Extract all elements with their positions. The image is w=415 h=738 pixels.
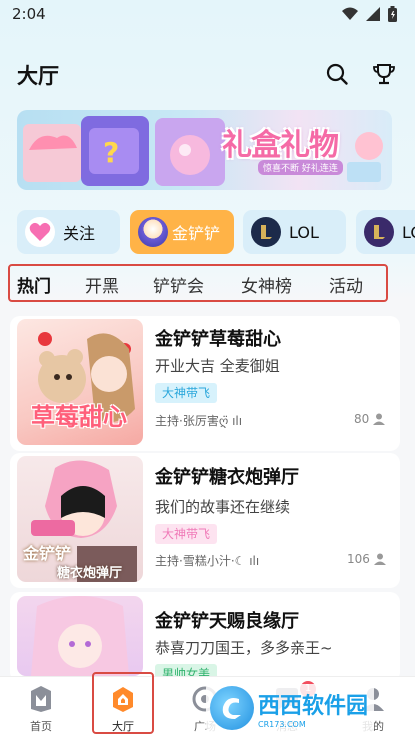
chip-label: LO xyxy=(402,222,415,242)
chip-label: 关注 xyxy=(63,224,96,243)
tab-chanchan-club[interactable]: 铲铲会 xyxy=(153,272,204,297)
room-desc: 开业大吉 全麦御姐 xyxy=(155,357,280,375)
chip-label: 金铲铲 xyxy=(172,224,221,243)
signal-icon xyxy=(366,7,380,21)
heart-icon xyxy=(25,217,55,247)
battery-icon xyxy=(388,6,397,22)
watermark-text: 西西软件园 xyxy=(258,693,369,719)
count-value: 106 xyxy=(347,552,370,566)
room-desc: 我们的故事还在继续 xyxy=(155,498,291,516)
user-icon xyxy=(373,553,386,565)
room-host: 主持·雪糕小汁·☾ ılı xyxy=(155,554,260,568)
tab-activity[interactable]: 活动 xyxy=(329,272,363,297)
room-desc: 恭喜刀刀国王，多多亲王~ xyxy=(155,639,333,657)
room-cover-image xyxy=(17,596,143,676)
room-tag: 大神带飞 xyxy=(155,383,218,403)
room-cover-text: 糖衣炮弹厅 xyxy=(57,566,123,581)
chip-jinchanchan[interactable]: 金铲铲 xyxy=(130,210,234,254)
chip-follow[interactable]: 关注 xyxy=(17,210,120,254)
user-icon xyxy=(373,413,386,425)
tab-team-up[interactable]: 开黑 xyxy=(85,272,119,297)
lol-icon xyxy=(364,217,394,247)
room-cover-image: 金铲铲 糖衣炮弹厅 xyxy=(17,456,143,582)
status-time: 2:04 xyxy=(12,5,46,23)
tab-hot[interactable]: 热门 xyxy=(17,272,51,297)
trophy-icon[interactable] xyxy=(372,62,396,86)
room-online-count: 80 xyxy=(354,412,386,426)
lol-icon xyxy=(251,217,281,247)
search-icon[interactable] xyxy=(325,62,349,86)
page-title: 大厅 xyxy=(17,64,59,88)
chip-label: LOL xyxy=(289,222,319,242)
room-cover-image: 草莓甜心 xyxy=(17,319,143,445)
nav-highlight xyxy=(92,672,154,734)
room-cover-text: 金铲铲 xyxy=(23,544,72,563)
room-online-count: 106 xyxy=(347,552,386,566)
tab-goddess-rank[interactable]: 女神榜 xyxy=(241,272,292,297)
home-icon xyxy=(31,686,51,712)
chip-lol-2[interactable]: LO xyxy=(356,210,415,254)
wifi-icon xyxy=(342,7,358,20)
watermark-sub: CR173.COM xyxy=(258,719,306,729)
status-bar: 2:04 xyxy=(0,0,415,30)
count-value: 80 xyxy=(354,412,370,426)
svg-text:?: ? xyxy=(103,136,119,169)
banner-subtitle: 惊喜不断 好礼连连 xyxy=(258,160,343,175)
nav-label: 首页 xyxy=(30,720,52,733)
room-host: 主持·张厉害ღ̈ ılı xyxy=(155,414,243,428)
game-avatar-icon xyxy=(138,217,168,247)
room-tag: 大神带飞 xyxy=(155,524,218,544)
watermark: 西西软件园 CR173.COM xyxy=(206,684,375,732)
room-cover-text: 草莓甜心 xyxy=(31,403,127,431)
banner-title: 礼盒礼物 xyxy=(222,128,339,163)
nav-home[interactable]: 首页 xyxy=(11,677,71,737)
status-icons xyxy=(342,6,397,22)
chip-lol[interactable]: LOL xyxy=(243,210,346,254)
watermark-logo-icon xyxy=(210,686,254,730)
room-title: 金铲铲糖衣炮弹厅 xyxy=(155,467,299,488)
room-title: 金铲铲天赐良缘厅 xyxy=(155,611,299,632)
room-title: 金铲铲草莓甜心 xyxy=(155,329,281,350)
